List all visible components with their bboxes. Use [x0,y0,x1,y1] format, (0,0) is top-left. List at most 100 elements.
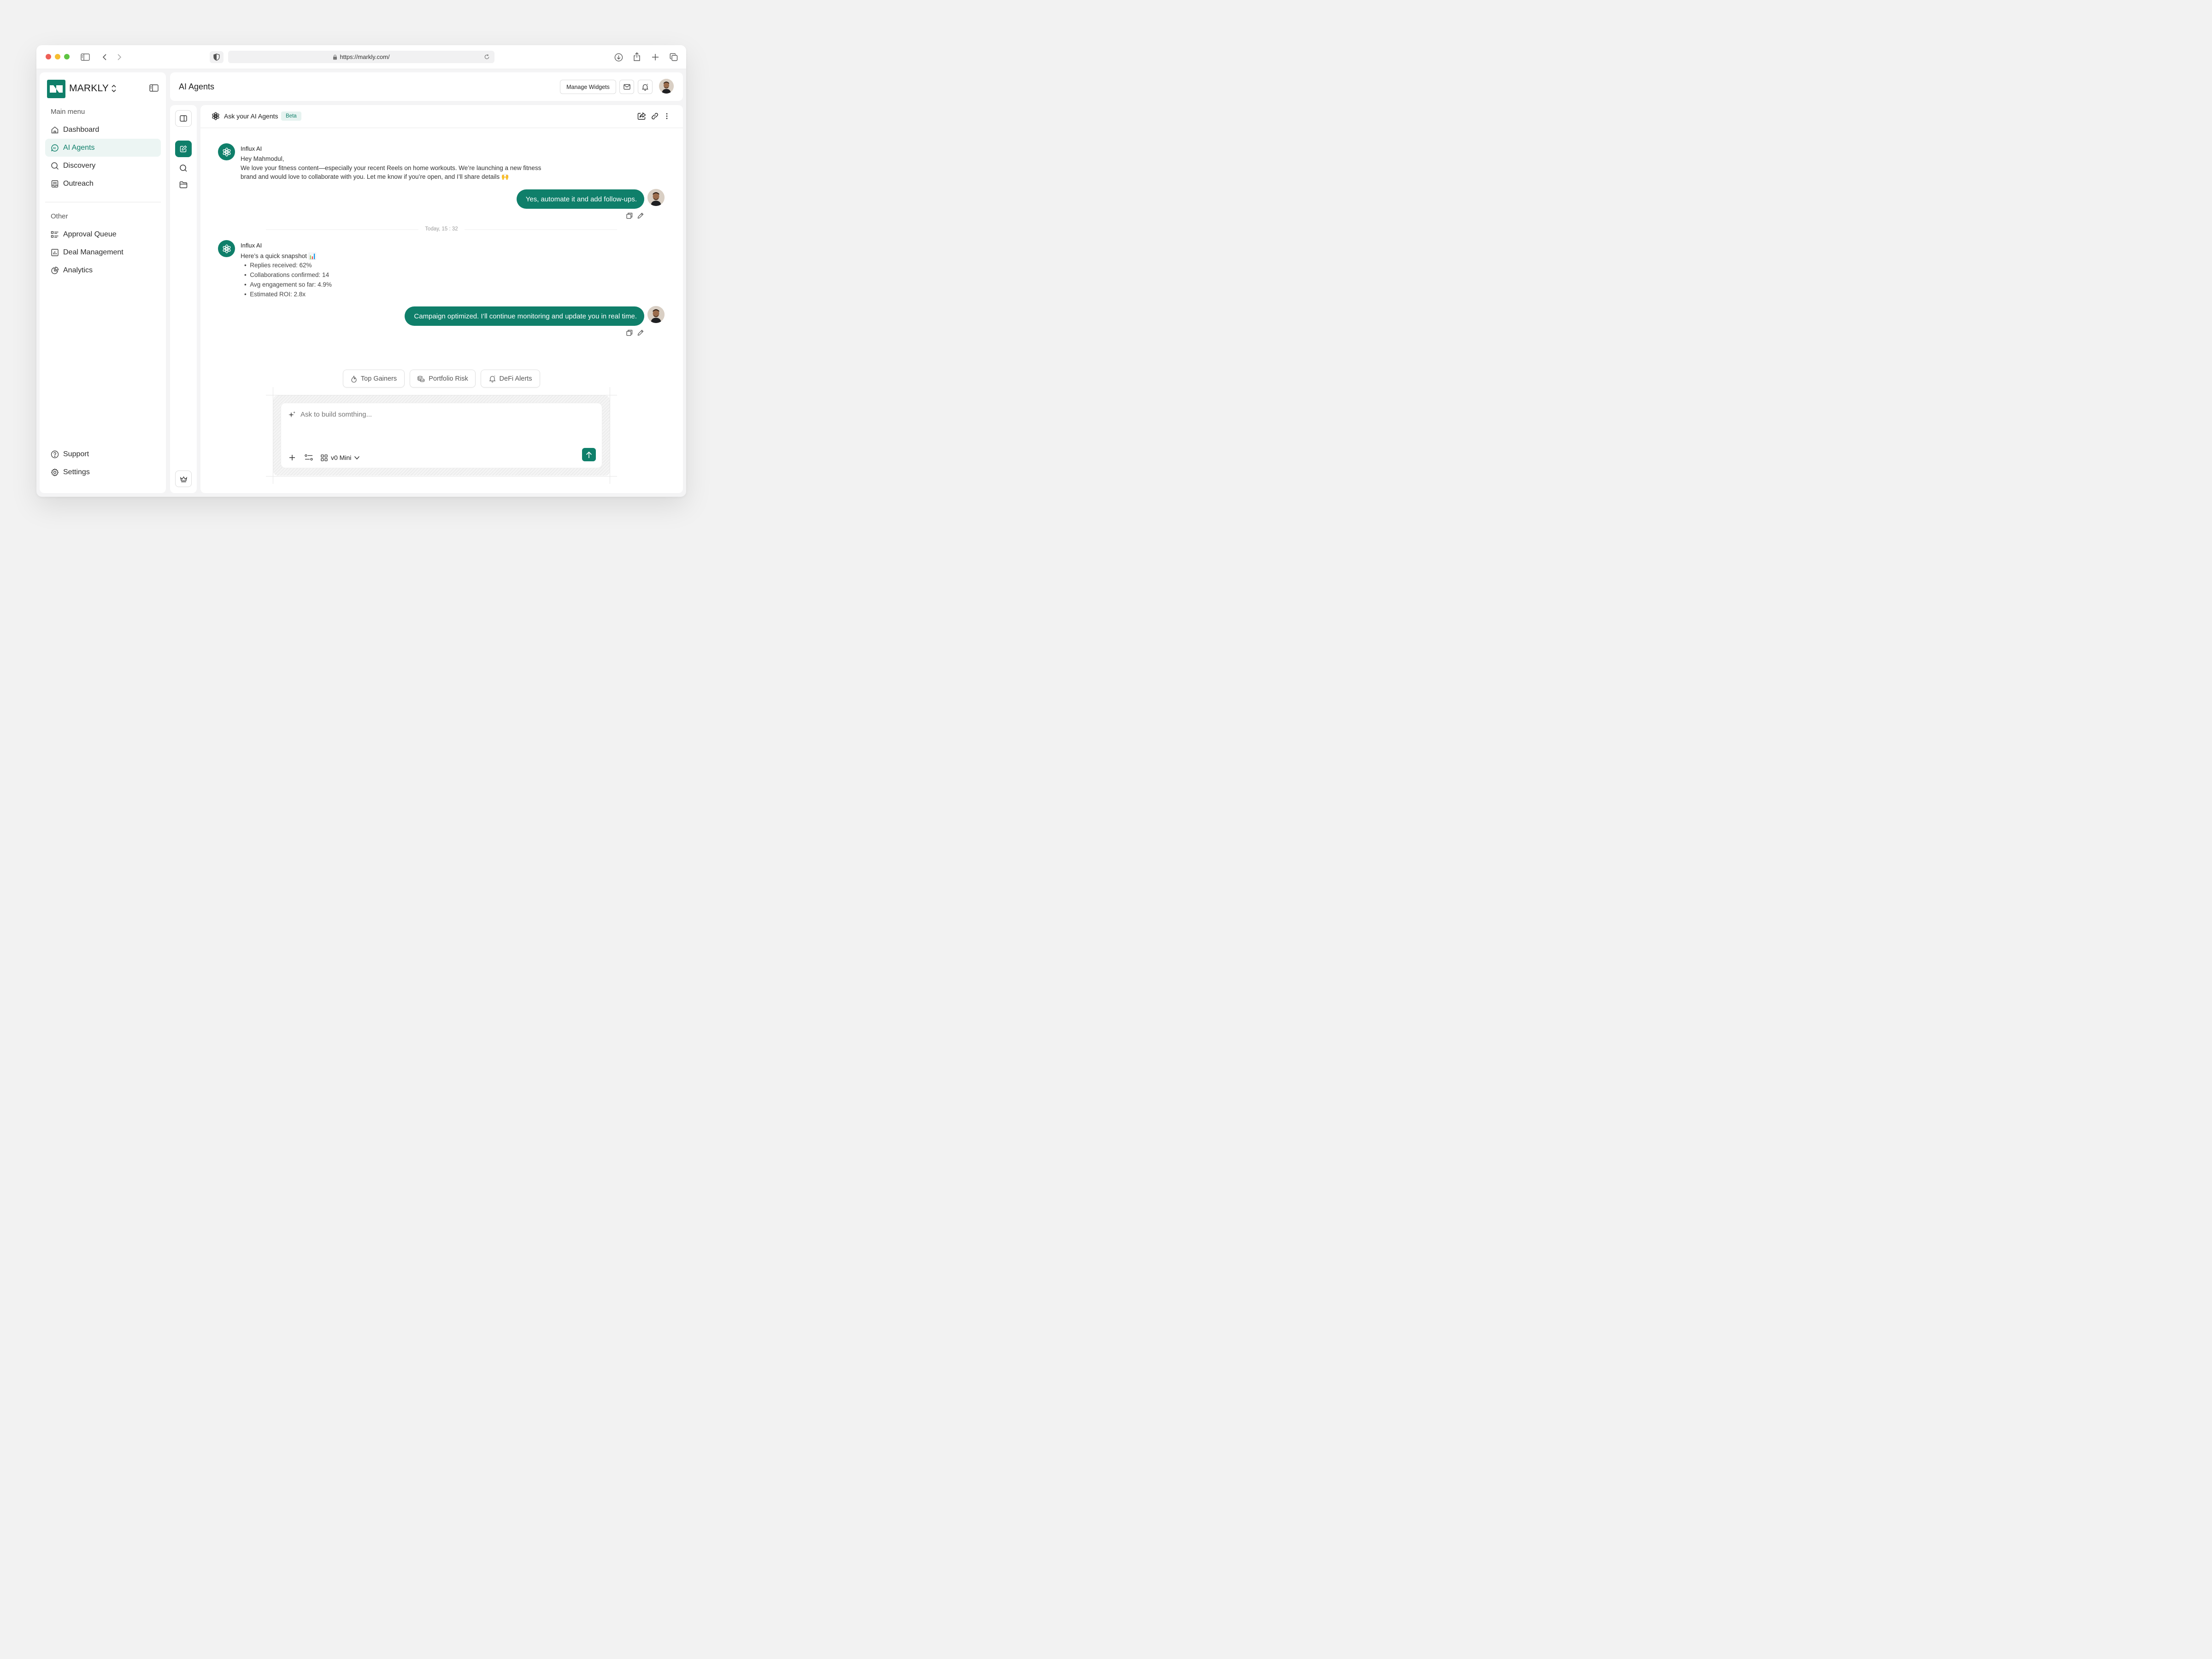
time-divider: Today, 15 : 32 [418,226,465,232]
sidebar-item-label: Outreach [63,179,94,188]
sidebar-item-label: Deal Management [63,248,124,256]
panel-toggle-button[interactable] [175,110,192,127]
bullet-item: • Avg engagement so far: 4.9% [244,281,332,288]
avatar [647,306,665,323]
suggestion-chip-defi-alerts[interactable]: DeFi Alerts [481,370,540,388]
sidebar-item-label: Discovery [63,161,96,170]
composer: v0 Mini [281,403,602,468]
sidebar-item-label: Approval Queue [63,230,117,238]
ai-avatar [218,143,235,160]
page-header: AI Agents Manage Widgets [170,72,683,101]
address-bar[interactable]: https://markly.com/ [228,51,494,63]
sidebar-item-discovery[interactable]: Discovery [45,157,161,175]
close-window-button[interactable] [46,54,51,59]
message-sender: Influx AI [241,242,262,249]
edit-message-icon[interactable] [637,212,644,219]
outreach-icon [51,180,59,188]
user-message-bubble: Campaign optimized. I’ll continue monito… [405,306,644,326]
arrow-up-icon [586,451,592,458]
prompt-input[interactable] [300,409,576,420]
composer-guide-line [266,476,617,477]
message-intro: Here’s a quick snapshot 📊 [241,253,317,259]
sidebar-item-support[interactable]: Support [45,445,161,463]
sidebar-item-settings[interactable]: Settings [45,463,161,481]
workspace-switcher-icon[interactable] [111,84,118,94]
suggestion-chip-portfolio-risk[interactable]: Portfolio Risk [410,370,476,388]
sidebar-item-label: Support [63,450,89,458]
rail-search-button[interactable] [175,160,192,176]
message-line: brand and would love to collaborate with… [241,173,509,180]
model-selector[interactable]: v0 Mini [321,453,360,462]
sidebar-item-label: Dashboard [63,125,100,134]
copy-icon[interactable] [626,212,633,219]
sidebar: MARKLY Main menu Dashboard AI AI Agents … [40,72,166,493]
sparkle-icon [288,411,295,418]
message-sender: Influx AI [241,145,262,152]
help-icon [51,450,59,458]
markly-logo[interactable] [47,80,65,98]
sidebar-item-label: Analytics [63,266,93,274]
bullet-text: Avg engagement so far: 4.9% [250,281,332,288]
folder-icon [179,181,188,188]
add-attachment-icon[interactable] [289,454,295,461]
sidebar-toggle-icon[interactable] [80,52,90,62]
search-icon [51,162,59,170]
chat-panel: Ask your AI Agents Beta Influx AI Hey Ma… [200,105,683,493]
maximize-window-button[interactable] [64,54,70,59]
new-chat-button[interactable] [175,141,192,157]
shield-icon[interactable] [210,51,224,63]
message-line: We love your fitness content—especially … [241,165,541,171]
user-message-bubble: Yes, automate it and add follow-ups. [516,189,644,209]
new-tab-icon[interactable] [650,52,660,62]
rail-folder-button[interactable] [175,176,192,193]
tabs-overview-icon[interactable] [669,52,679,62]
gear-icon [51,468,59,477]
sidebar-item-label: AI Agents [63,143,95,152]
other-label: Other [51,212,68,220]
sidebar-item-dashboard[interactable]: Dashboard [45,121,161,139]
coins-icon [418,376,425,382]
beta-badge: Beta [281,112,301,121]
avatar[interactable] [659,79,674,94]
reload-icon[interactable] [484,54,490,60]
settings-sliders-icon[interactable] [305,454,313,461]
sidebar-item-outreach[interactable]: Outreach [45,175,161,193]
crown-icon [180,476,187,482]
sidebar-item-analytics[interactable]: Analytics [45,261,161,279]
browser-toolbar: https://markly.com/ [36,45,686,69]
share-icon[interactable] [632,52,642,62]
minimize-window-button[interactable] [55,54,60,59]
bullet-text: Replies received: 62% [250,262,312,269]
bullet-text: Estimated ROI: 2.8x [250,291,306,298]
more-options-icon[interactable] [665,112,668,120]
copy-icon[interactable] [626,329,633,336]
share-chat-icon[interactable] [637,112,647,120]
url-text: https://markly.com/ [340,53,390,60]
brand-name: MARKLY [69,83,109,94]
mail-button[interactable] [619,80,634,94]
edit-message-icon[interactable] [637,329,644,336]
collapse-sidebar-icon[interactable] [149,84,159,94]
premium-button[interactable] [175,471,192,487]
browser-window: https://markly.com/ MARKLY Main menu Das… [36,45,686,497]
agent-logo-icon [223,147,230,156]
link-icon[interactable] [651,112,659,120]
sidebar-item-ai-agents[interactable]: AI AI Agents [45,139,161,157]
mail-icon [623,84,630,90]
suggestion-chip-top-gainers[interactable]: Top Gainers [343,370,405,388]
manage-widgets-button[interactable]: Manage Widgets [560,80,616,94]
chart-box-icon [51,248,59,256]
chevron-down-icon [354,456,360,459]
back-icon[interactable] [100,52,109,62]
bullet-item: • Estimated ROI: 2.8x [244,291,306,298]
send-button[interactable] [582,448,596,461]
tool-rail [170,105,197,493]
forward-icon[interactable] [115,52,124,62]
notifications-button[interactable] [638,80,653,94]
download-icon[interactable] [613,52,624,62]
message-line: Hey Mahmodul, [241,155,284,162]
sidebar-item-approval-queue[interactable]: Approval Queue [45,225,161,243]
sidebar-item-deal-management[interactable]: Deal Management [45,243,161,261]
agent-logo-icon [223,244,230,253]
chip-label: DeFi Alerts [499,375,532,382]
